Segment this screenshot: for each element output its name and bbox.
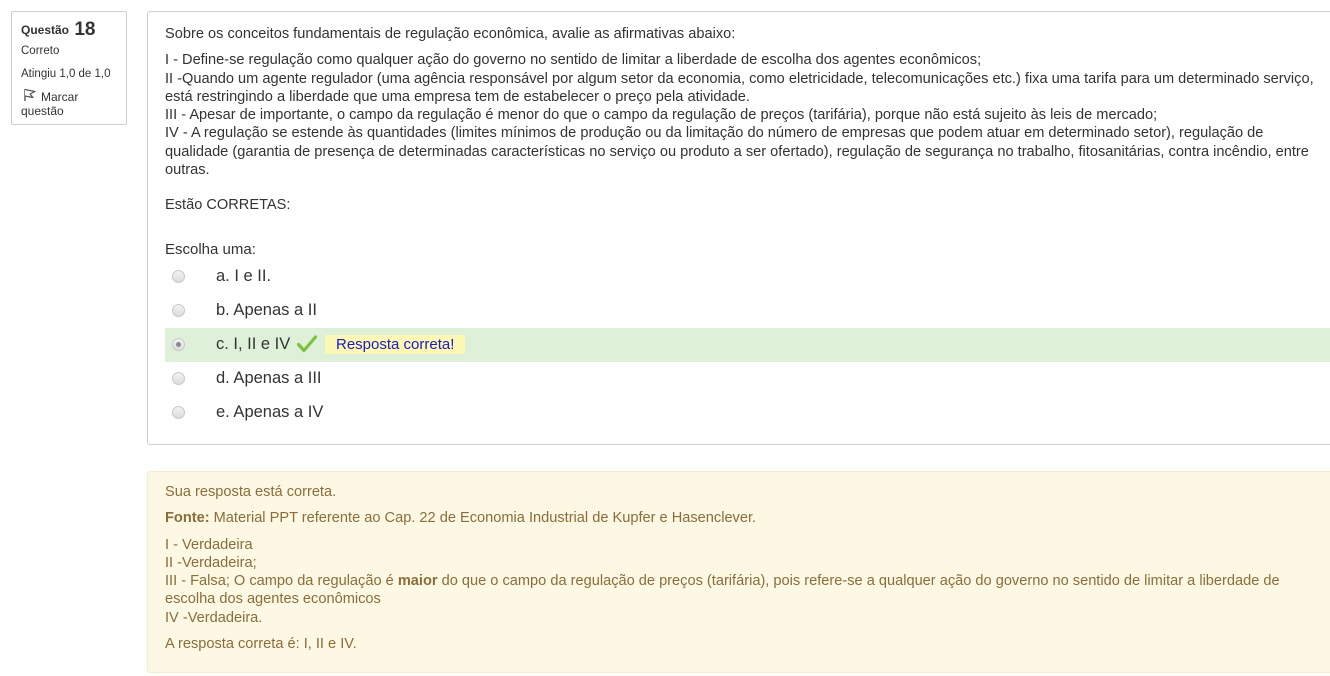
flag-question-link[interactable]: Marcar questão	[21, 88, 126, 118]
flag-label-line1: Marcar	[41, 90, 79, 104]
question-info-panel: Questão 18 Correto Atingiu 1,0 de 1,0 Ma…	[11, 11, 127, 125]
answer-option-c[interactable]: c. I, II e IV Resposta correta!	[165, 328, 1330, 362]
feedback-line-3: III - Falsa; O campo da regulação é maio…	[165, 572, 1315, 609]
statement-1: I - Define-se regulação como qualquer aç…	[165, 52, 982, 69]
answer-option-d[interactable]: d. Apenas a III	[165, 362, 1330, 396]
feedback-panel: Sua resposta está correta. Fonte: Materi…	[147, 471, 1330, 673]
question-grade: Atingiu 1,0 de 1,0	[21, 68, 111, 80]
check-icon	[296, 335, 318, 353]
answer-label-b[interactable]: b. Apenas a II	[216, 301, 317, 320]
question-box: Sobre os conceitos fundamentais de regul…	[147, 11, 1330, 445]
feedback-content: Sua resposta está correta. Fonte: Materi…	[165, 483, 1315, 653]
answer-option-a[interactable]: a. I e II.	[165, 260, 1330, 294]
feedback-line-2: II -Verdadeira;	[165, 554, 257, 571]
question-label: Questão	[21, 23, 70, 37]
question-state: Correto	[21, 45, 60, 57]
right-answer: A resposta correta é: I, II e IV.	[165, 636, 357, 653]
answer-label-a[interactable]: a. I e II.	[216, 267, 271, 286]
feedback-line-3-pre: III - Falsa; O campo da regulação é	[165, 573, 398, 590]
answer-prompt: Escolha uma:	[165, 241, 256, 258]
radio-option-a[interactable]	[172, 270, 185, 283]
inline-feedback: Resposta correta!	[325, 335, 466, 354]
answer-option-e[interactable]: e. Apenas a IV	[165, 396, 1330, 430]
answer-label-d[interactable]: d. Apenas a III	[216, 369, 322, 388]
radio-option-c[interactable]	[172, 338, 185, 351]
question-intro: Sobre os conceitos fundamentais de regul…	[165, 26, 736, 42]
statement-3: III - Apesar de importante, o campo da r…	[165, 107, 1158, 124]
feedback-source: Fonte: Material PPT referente ao Cap. 22…	[165, 509, 1315, 527]
radio-option-d[interactable]	[172, 372, 185, 385]
answer-label-c[interactable]: c. I, II e IV	[216, 335, 290, 354]
feedback-line-3-bold: maior	[397, 573, 438, 590]
statement-4: IV - A regulação se estende às quantidad…	[165, 125, 1309, 179]
statement-2: II -Quando um agente regulador (uma agên…	[165, 70, 1314, 105]
feedback-status: Sua resposta está correta.	[165, 484, 337, 500]
correct-label: Estão CORRETAS:	[165, 197, 291, 214]
radio-option-e[interactable]	[172, 406, 185, 419]
answer-option-b[interactable]: b. Apenas a II	[165, 294, 1330, 328]
question-number: 18	[74, 19, 96, 40]
flag-icon	[23, 88, 37, 102]
feedback-line-4: IV -Verdadeira.	[165, 609, 263, 626]
source-label: Fonte:	[165, 510, 210, 527]
feedback-line-1: I - Verdadeira	[165, 536, 253, 553]
answer-list: a. I e II. b. Apenas a II c. I, II e IV …	[165, 260, 1330, 430]
source-text: Material PPT referente ao Cap. 22 de Eco…	[209, 510, 757, 527]
question-text: Sobre os conceitos fundamentais de regul…	[165, 25, 1315, 215]
flag-label-line2: questão	[21, 104, 64, 118]
question-number-heading: Questão 18	[21, 20, 126, 40]
answer-label-e[interactable]: e. Apenas a IV	[216, 403, 323, 422]
radio-option-b[interactable]	[172, 304, 185, 317]
